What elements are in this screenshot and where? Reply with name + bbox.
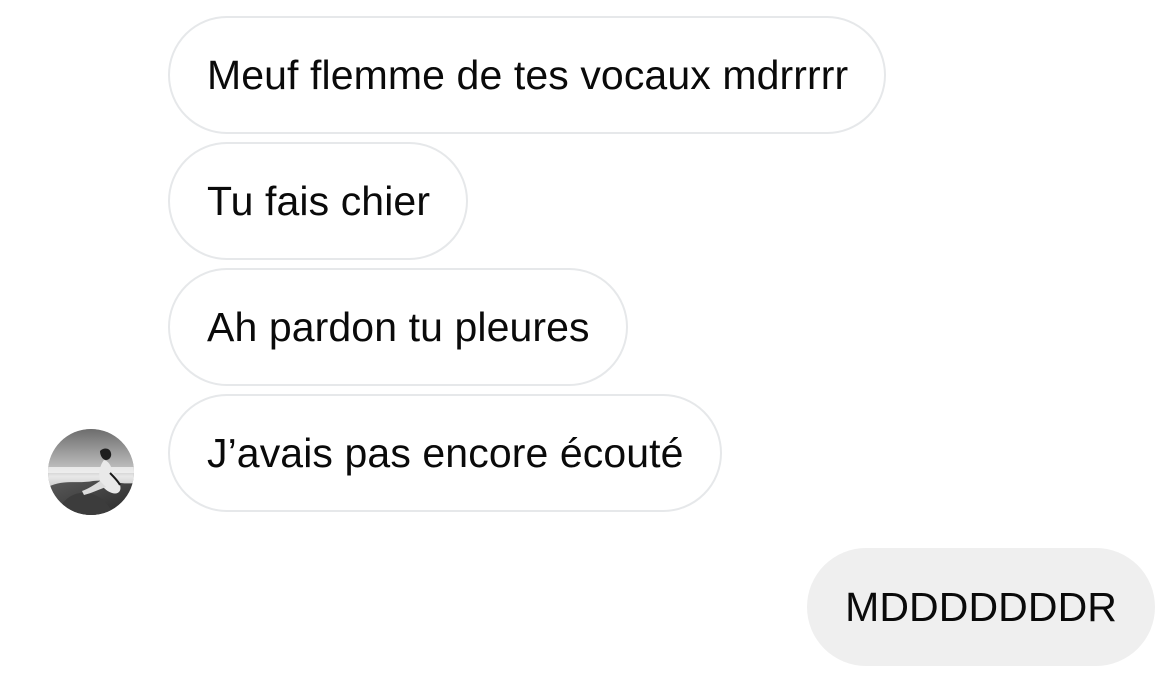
received-message-bubble[interactable]: Tu fais chier [168,142,469,260]
profile-photo-avatar-icon [48,429,134,515]
message-thread: Meuf flemme de tes vocaux mdrrrrr Tu fai… [0,0,1172,689]
received-message-bubble[interactable]: Ah pardon tu pleures [168,268,628,386]
sent-message-bubble[interactable]: MDDDDDDDR [807,548,1155,666]
message-text: Ah pardon tu pleures [207,303,590,350]
received-message-bubble[interactable]: J’avais pas encore écouté [168,394,722,512]
message-text: Meuf flemme de tes vocaux mdrrrrr [207,51,849,98]
contact-avatar[interactable] [48,429,134,515]
message-text: Tu fais chier [207,177,431,224]
message-text: J’avais pas encore écouté [207,429,684,476]
message-text: MDDDDDDDR [845,583,1117,630]
received-message-bubble[interactable]: Meuf flemme de tes vocaux mdrrrrr [168,16,887,134]
